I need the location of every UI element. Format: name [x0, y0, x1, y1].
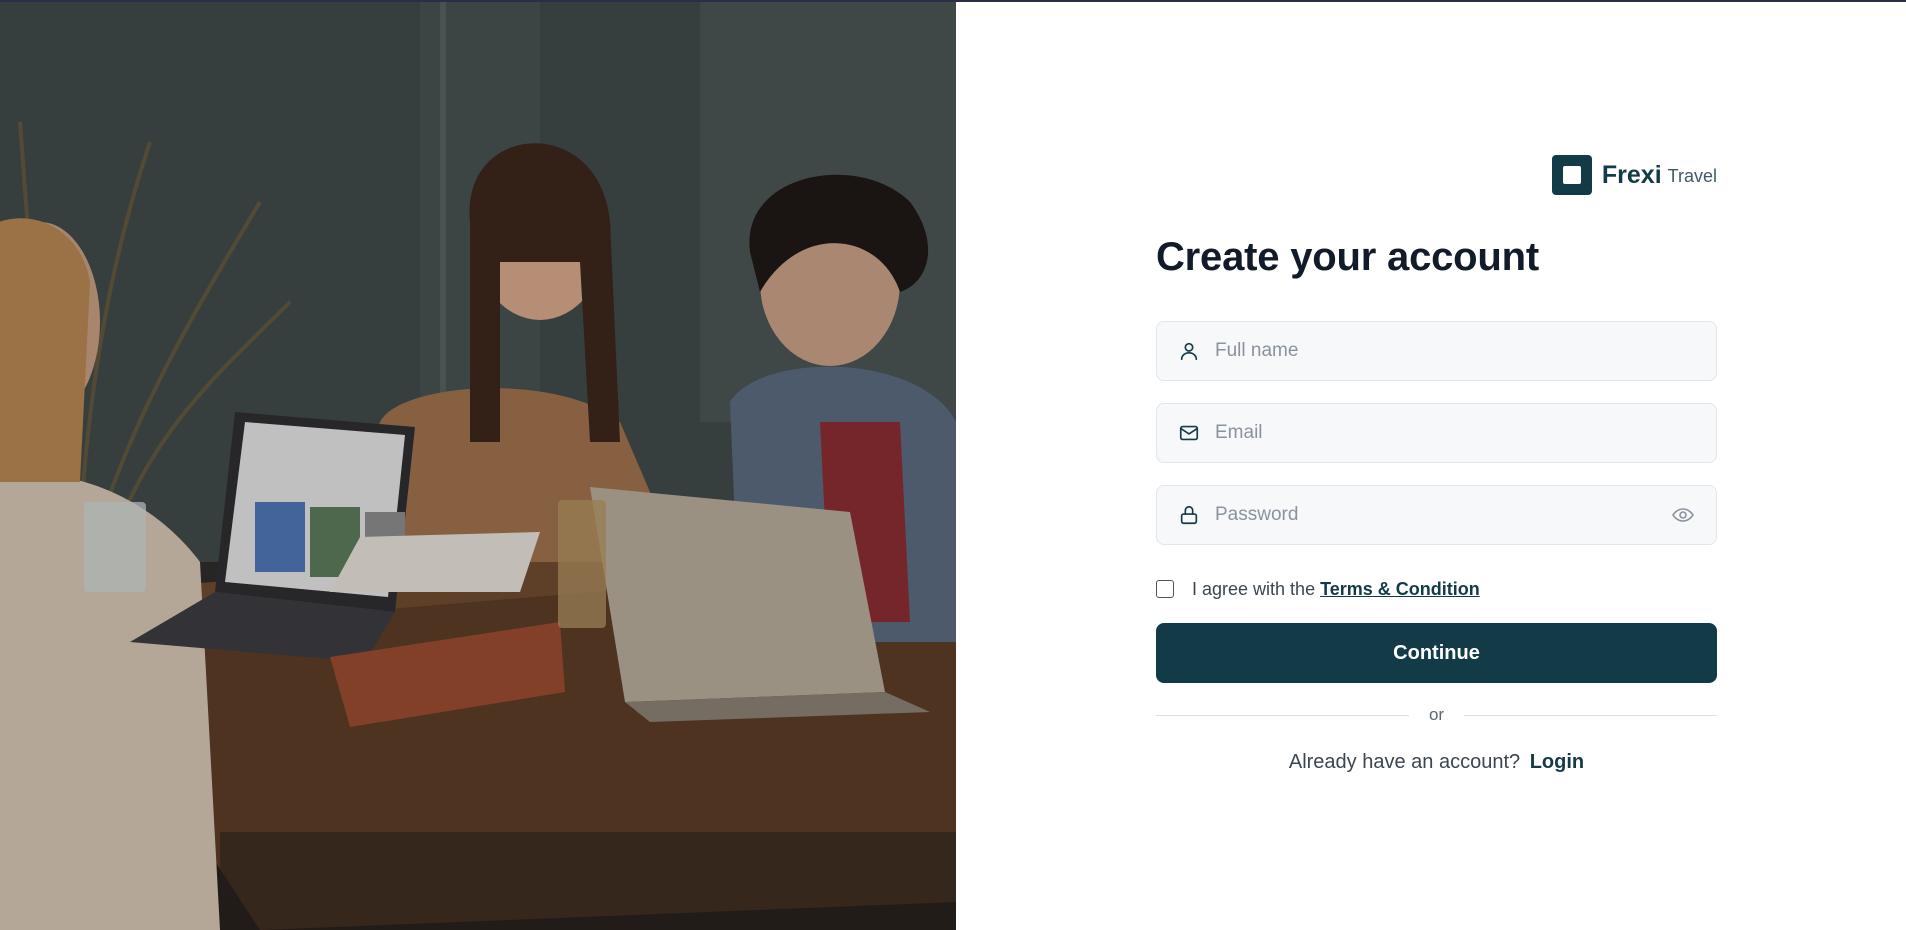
fullname-field[interactable] [1156, 321, 1717, 381]
brand-logo-icon [1551, 155, 1592, 195]
terms-label: I agree with the [1192, 578, 1316, 599]
login-prompt: Already have an account? [1288, 751, 1521, 773]
brand-subtitle: Travel [1667, 165, 1717, 186]
form-panel: Frexi Travel Create your account Full na… [956, 2, 1906, 930]
page: Frexi Travel Create your account Full na… [0, 0, 1906, 930]
terms-agreement: I agree with the Terms & Condition [1156, 577, 1717, 601]
eye-icon[interactable] [1670, 502, 1696, 528]
email-field[interactable] [1156, 403, 1717, 463]
password-input[interactable] [1213, 485, 1670, 545]
lock-icon [1177, 503, 1201, 527]
login-row: Already have an account? Login [1156, 751, 1717, 774]
divider-text: or [1428, 705, 1445, 724]
page-title: Create your account [1156, 235, 1539, 279]
divider-line-left [1156, 714, 1409, 716]
divider-line-right [1464, 714, 1717, 716]
terms-link[interactable]: Terms & Condition [1320, 579, 1480, 600]
photo-overlay [0, 2, 956, 930]
password-field[interactable] [1156, 485, 1717, 545]
terms-checkbox[interactable] [1156, 580, 1174, 598]
user-icon [1177, 339, 1201, 363]
signup-form: Frexi Travel Create your account Full na… [1156, 155, 1717, 774]
brand-name: Frexi [1601, 160, 1662, 189]
email-input[interactable] [1213, 403, 1716, 463]
fullname-input[interactable] [1213, 321, 1716, 381]
continue-button[interactable]: Continue [1156, 623, 1717, 683]
login-link[interactable]: Login [1530, 751, 1584, 773]
brand: Frexi Travel [1156, 155, 1717, 195]
or-divider: or [1156, 705, 1717, 725]
hero-photo [0, 2, 956, 930]
mail-icon [1177, 421, 1201, 445]
